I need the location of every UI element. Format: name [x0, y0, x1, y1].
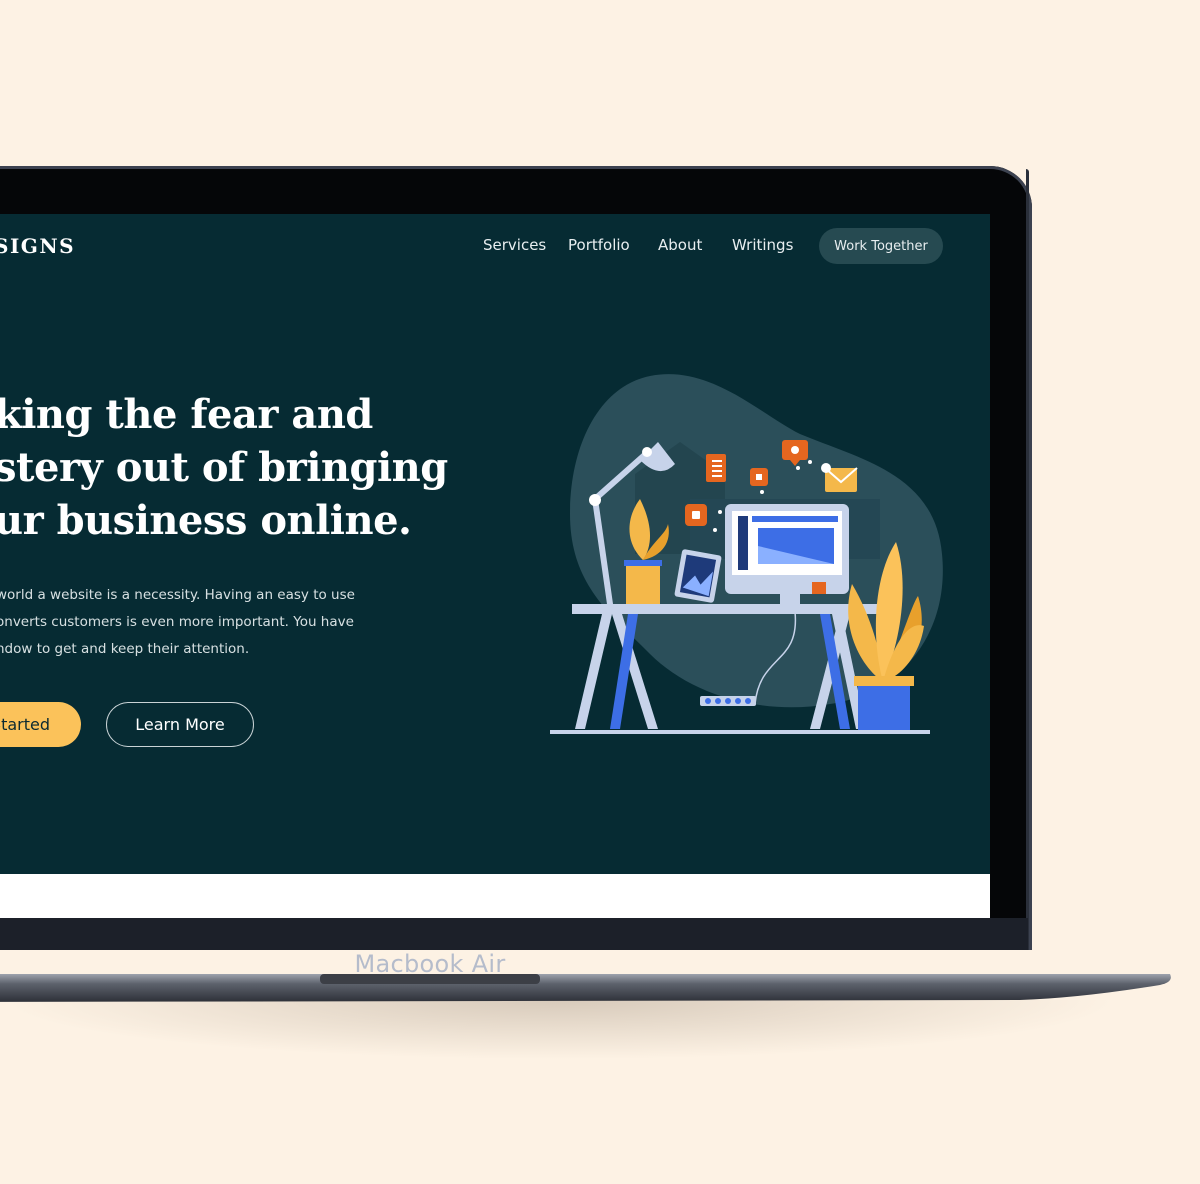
hero-title-line: ur business online. [0, 497, 412, 544]
get-started-button[interactable]: Started [0, 702, 81, 747]
hero-description-line: world a website is a necessity. Having a… [0, 587, 355, 603]
tablet-icon [674, 549, 722, 603]
website-screen: SIGNS Services Portfolio About Writings … [0, 214, 990, 918]
hero-title-line: king the fear and [0, 391, 373, 438]
laptop-shadow [0, 1000, 1120, 1060]
workspace-illustration [550, 374, 943, 734]
hero-title-line: stery out of bringing [0, 444, 448, 491]
nav-link-portfolio[interactable]: Portfolio [568, 236, 630, 254]
hero-description-line: ndow to get and keep their attention. [0, 641, 250, 657]
laptop-chin [0, 918, 1028, 950]
model-label: Macbook Air [354, 950, 506, 978]
hero-description: world a website is a necessity. Having a… [0, 582, 416, 663]
nav-link-writings[interactable]: Writings [732, 236, 793, 254]
nav-link-about[interactable]: About [658, 236, 702, 254]
power-strip-icon [700, 696, 756, 706]
learn-more-button[interactable]: Learn More [106, 702, 254, 747]
document-icon [706, 454, 726, 482]
work-together-button[interactable]: Work Together [819, 228, 943, 264]
laptop-base [0, 974, 1171, 1002]
nav-link-services[interactable]: Services [483, 236, 546, 254]
hero-title: king the fear and stery out of bringing … [0, 388, 554, 547]
hero-description-line: onverts customers is even more important… [0, 614, 354, 630]
next-section-strip [0, 874, 990, 918]
